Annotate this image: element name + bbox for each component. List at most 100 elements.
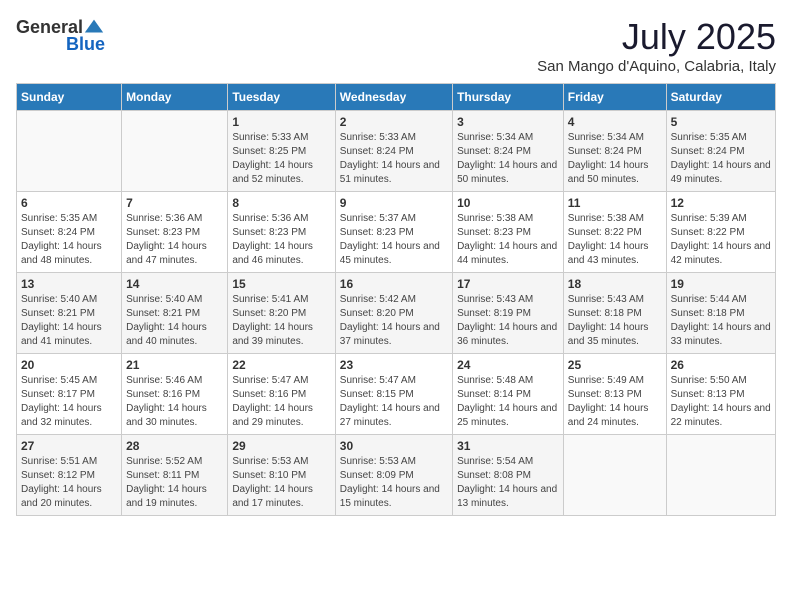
calendar-cell: 1 Sunrise: 5:33 AMSunset: 8:25 PMDaylight… — [228, 111, 335, 192]
calendar-cell: 11Sunrise: 5:38 AMSunset: 8:22 PMDayligh… — [563, 192, 666, 273]
day-info: Sunrise: 5:40 AMSunset: 8:21 PMDaylight:… — [126, 293, 223, 349]
calendar-cell: 16 Sunrise: 5:42 AMSunset: 8:20 PMDayligh… — [335, 273, 452, 354]
day-number: 29 — [232, 439, 330, 453]
day-number: 13 — [21, 277, 117, 291]
day-number: 17 — [457, 277, 559, 291]
day-info: Sunrise: 5:53 AMSunset: 8:10 PMDaylight:… — [232, 455, 330, 511]
calendar-cell: 22 Sunrise: 5:47 AMSunset: 8:16 PMDayligh… — [228, 354, 335, 435]
month-title: July 2025 — [537, 16, 776, 58]
calendar-cell — [122, 111, 228, 192]
day-number: 12 — [671, 196, 771, 210]
day-info: Sunrise: 5:37 AMSunset: 8:23 PMDaylight:… — [340, 212, 448, 268]
calendar-cell: 23Sunrise: 5:47 AMSunset: 8:15 PMDayligh… — [335, 354, 452, 435]
calendar-cell: 7 Sunrise: 5:36 AMSunset: 8:23 PMDaylight… — [122, 192, 228, 273]
day-number: 27 — [21, 439, 117, 453]
day-number: 20 — [21, 358, 117, 372]
calendar-cell: 14 Sunrise: 5:40 AMSunset: 8:21 PMDayligh… — [122, 273, 228, 354]
calendar-cell: 12 Sunrise: 5:39 AMSunset: 8:22 PMDayligh… — [666, 192, 775, 273]
day-number: 21 — [126, 358, 223, 372]
calendar-cell: 15Sunrise: 5:41 AMSunset: 8:20 PMDayligh… — [228, 273, 335, 354]
day-number: 10 — [457, 196, 559, 210]
calendar-cell: 8 Sunrise: 5:36 AMSunset: 8:23 PMDaylight… — [228, 192, 335, 273]
day-info: Sunrise: 5:46 AMSunset: 8:16 PMDaylight:… — [126, 374, 223, 430]
calendar-table: SundayMondayTuesdayWednesdayThursdayFrid… — [16, 83, 776, 516]
calendar-cell — [17, 111, 122, 192]
day-info: Sunrise: 5:47 AMSunset: 8:16 PMDaylight:… — [232, 374, 330, 430]
day-number: 28 — [126, 439, 223, 453]
calendar-cell: 19 Sunrise: 5:44 AMSunset: 8:18 PMDayligh… — [666, 273, 775, 354]
day-number: 6 — [21, 196, 117, 210]
day-info: Sunrise: 5:33 AMSunset: 8:25 PMDaylight:… — [232, 131, 330, 187]
calendar-cell: 9 Sunrise: 5:37 AMSunset: 8:23 PMDaylight… — [335, 192, 452, 273]
day-number: 7 — [126, 196, 223, 210]
day-info: Sunrise: 5:35 AMSunset: 8:24 PMDaylight:… — [21, 212, 117, 268]
day-info: Sunrise: 5:36 AMSunset: 8:23 PMDaylight:… — [232, 212, 330, 268]
day-of-week-header: Wednesday — [335, 84, 452, 111]
day-number: 26 — [671, 358, 771, 372]
calendar-cell: 27 Sunrise: 5:51 AMSunset: 8:12 PMDayligh… — [17, 435, 122, 516]
day-number: 3 — [457, 115, 559, 129]
calendar-cell: 18 Sunrise: 5:43 AMSunset: 8:18 PMDayligh… — [563, 273, 666, 354]
day-number: 1 — [232, 115, 330, 129]
day-number: 18 — [568, 277, 662, 291]
calendar-week-row: 1 Sunrise: 5:33 AMSunset: 8:25 PMDaylight… — [17, 111, 776, 192]
day-of-week-header: Monday — [122, 84, 228, 111]
calendar-cell: 3 Sunrise: 5:34 AMSunset: 8:24 PMDaylight… — [453, 111, 564, 192]
calendar-cell: 6 Sunrise: 5:35 AMSunset: 8:24 PMDaylight… — [17, 192, 122, 273]
location-title: San Mango d'Aquino, Calabria, Italy — [537, 58, 776, 75]
day-number: 24 — [457, 358, 559, 372]
calendar-week-row: 13 Sunrise: 5:40 AMSunset: 8:21 PMDayligh… — [17, 273, 776, 354]
day-number: 19 — [671, 277, 771, 291]
calendar-week-row: 20Sunrise: 5:45 AMSunset: 8:17 PMDayligh… — [17, 354, 776, 435]
calendar-cell: 25 Sunrise: 5:49 AMSunset: 8:13 PMDayligh… — [563, 354, 666, 435]
day-info: Sunrise: 5:49 AMSunset: 8:13 PMDaylight:… — [568, 374, 662, 430]
day-number: 31 — [457, 439, 559, 453]
calendar-cell: 31Sunrise: 5:54 AMSunset: 8:08 PMDayligh… — [453, 435, 564, 516]
day-info: Sunrise: 5:39 AMSunset: 8:22 PMDaylight:… — [671, 212, 771, 268]
calendar-cell: 20Sunrise: 5:45 AMSunset: 8:17 PMDayligh… — [17, 354, 122, 435]
logo: General Blue — [16, 16, 105, 55]
day-info: Sunrise: 5:48 AMSunset: 8:14 PMDaylight:… — [457, 374, 559, 430]
day-info: Sunrise: 5:44 AMSunset: 8:18 PMDaylight:… — [671, 293, 771, 349]
calendar-cell: 5Sunrise: 5:35 AMSunset: 8:24 PMDaylight… — [666, 111, 775, 192]
calendar-cell: 29 Sunrise: 5:53 AMSunset: 8:10 PMDayligh… — [228, 435, 335, 516]
day-number: 30 — [340, 439, 448, 453]
day-info: Sunrise: 5:38 AMSunset: 8:22 PMDaylight:… — [568, 212, 662, 268]
calendar-week-row: 6 Sunrise: 5:35 AMSunset: 8:24 PMDaylight… — [17, 192, 776, 273]
calendar-cell: 30 Sunrise: 5:53 AMSunset: 8:09 PMDayligh… — [335, 435, 452, 516]
day-info: Sunrise: 5:53 AMSunset: 8:09 PMDaylight:… — [340, 455, 448, 511]
title-area: July 2025 San Mango d'Aquino, Calabria, … — [537, 16, 776, 75]
day-info: Sunrise: 5:40 AMSunset: 8:21 PMDaylight:… — [21, 293, 117, 349]
day-info: Sunrise: 5:52 AMSunset: 8:11 PMDaylight:… — [126, 455, 223, 511]
day-info: Sunrise: 5:34 AMSunset: 8:24 PMDaylight:… — [457, 131, 559, 187]
logo-blue: Blue — [66, 34, 105, 55]
day-info: Sunrise: 5:42 AMSunset: 8:20 PMDaylight:… — [340, 293, 448, 349]
day-of-week-header: Thursday — [453, 84, 564, 111]
calendar-cell: 24 Sunrise: 5:48 AMSunset: 8:14 PMDayligh… — [453, 354, 564, 435]
day-number: 5 — [671, 115, 771, 129]
day-number: 15 — [232, 277, 330, 291]
calendar-header-row: SundayMondayTuesdayWednesdayThursdayFrid… — [17, 84, 776, 111]
day-info: Sunrise: 5:43 AMSunset: 8:19 PMDaylight:… — [457, 293, 559, 349]
day-number: 16 — [340, 277, 448, 291]
day-number: 2 — [340, 115, 448, 129]
day-number: 25 — [568, 358, 662, 372]
day-number: 14 — [126, 277, 223, 291]
day-number: 22 — [232, 358, 330, 372]
day-info: Sunrise: 5:50 AMSunset: 8:13 PMDaylight:… — [671, 374, 771, 430]
day-info: Sunrise: 5:47 AMSunset: 8:15 PMDaylight:… — [340, 374, 448, 430]
calendar-week-row: 27 Sunrise: 5:51 AMSunset: 8:12 PMDayligh… — [17, 435, 776, 516]
day-info: Sunrise: 5:51 AMSunset: 8:12 PMDaylight:… — [21, 455, 117, 511]
day-info: Sunrise: 5:34 AMSunset: 8:24 PMDaylight:… — [568, 131, 662, 187]
calendar-cell: 21 Sunrise: 5:46 AMSunset: 8:16 PMDayligh… — [122, 354, 228, 435]
calendar-cell: 17 Sunrise: 5:43 AMSunset: 8:19 PMDayligh… — [453, 273, 564, 354]
calendar-cell: 2Sunrise: 5:33 AMSunset: 8:24 PMDaylight… — [335, 111, 452, 192]
day-info: Sunrise: 5:36 AMSunset: 8:23 PMDaylight:… — [126, 212, 223, 268]
day-of-week-header: Friday — [563, 84, 666, 111]
day-of-week-header: Saturday — [666, 84, 775, 111]
day-info: Sunrise: 5:43 AMSunset: 8:18 PMDaylight:… — [568, 293, 662, 349]
day-number: 8 — [232, 196, 330, 210]
calendar-cell: 10Sunrise: 5:38 AMSunset: 8:23 PMDayligh… — [453, 192, 564, 273]
day-number: 4 — [568, 115, 662, 129]
day-number: 9 — [340, 196, 448, 210]
